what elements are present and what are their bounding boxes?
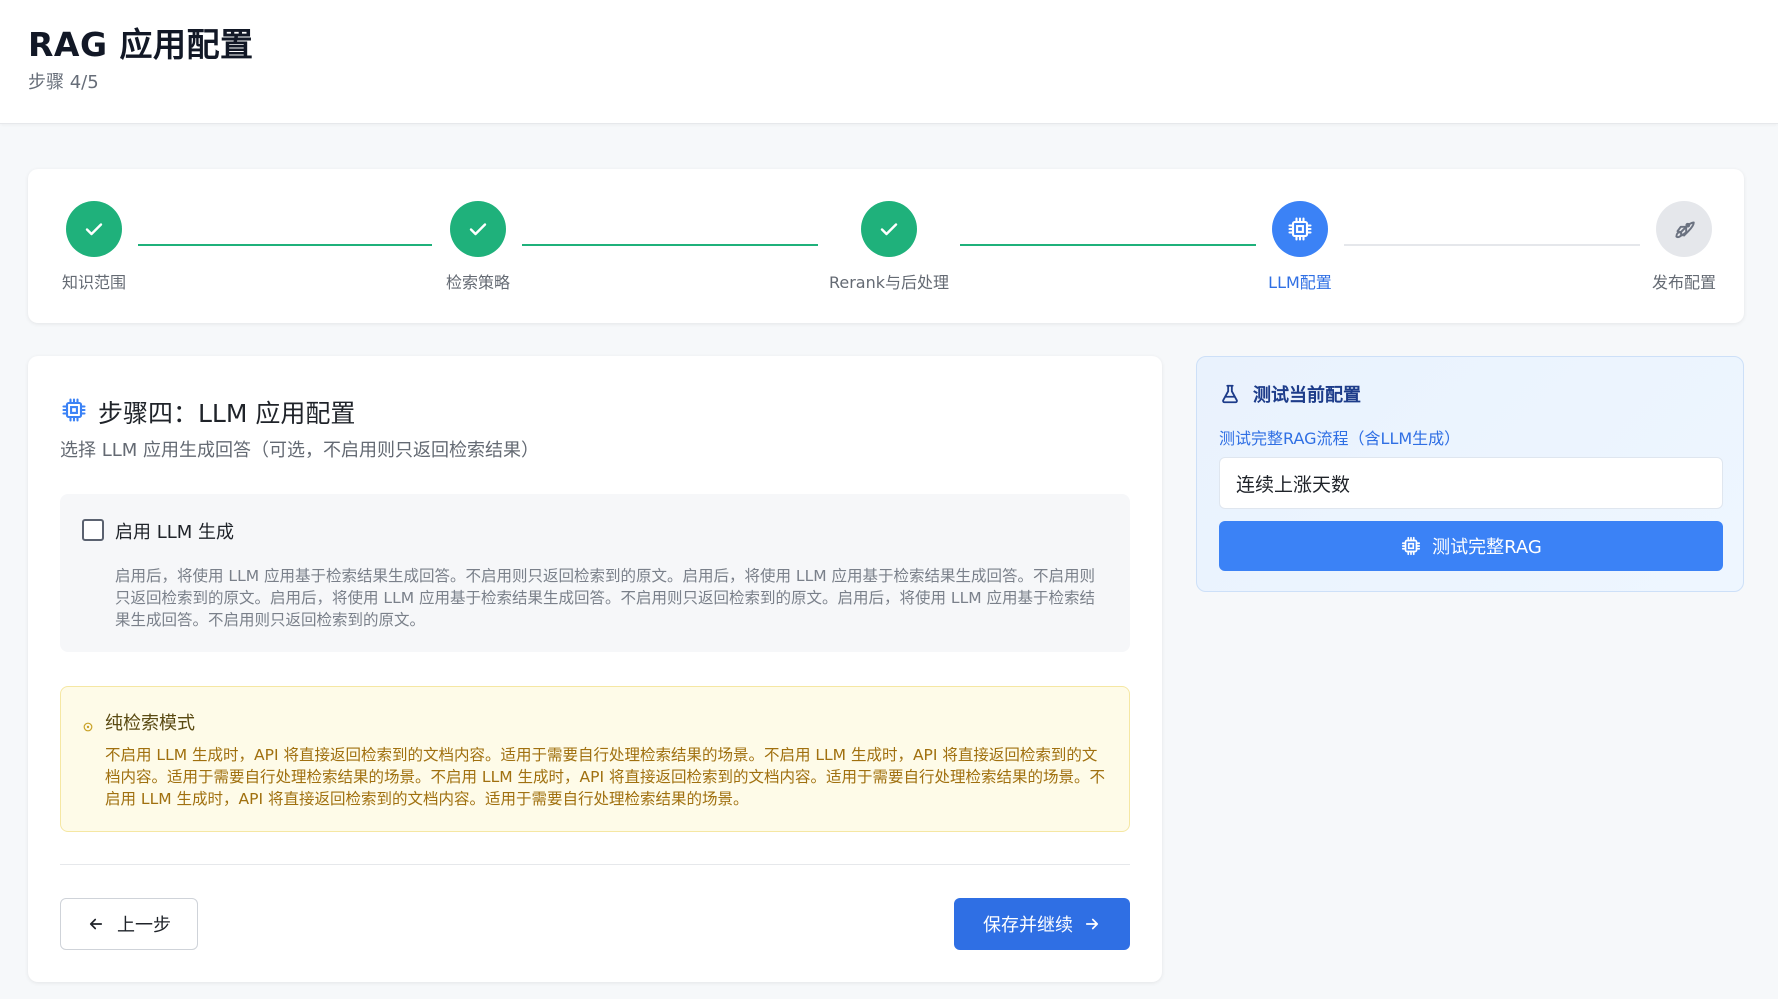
llm-toggle-panel: 启用 LLM 生成 启用后，将使用 LLM 应用基于检索结果生成回答。不启用则只…: [60, 494, 1130, 652]
arrow-right-icon: [1083, 915, 1101, 933]
step-label: LLM配置: [1268, 273, 1332, 292]
notice-description: 不启用 LLM 生成时，API 将直接返回检索到的文档内容。适用于需要自行处理检…: [105, 746, 1105, 808]
step-label: 知识范围: [61, 273, 126, 292]
test-panel-subtitle: 测试完整RAG流程（含LLM生成）: [1219, 429, 1461, 448]
check-icon: [861, 201, 917, 257]
chip-icon: [1400, 535, 1422, 557]
save-and-continue-label: 保存并继续: [983, 915, 1073, 936]
enable-llm-label[interactable]: 启用 LLM 生成: [115, 518, 234, 544]
step-knowledge-scope[interactable]: 知识范围: [24, 201, 164, 293]
test-query-input[interactable]: [1219, 457, 1723, 509]
test-config-panel: 测试当前配置 测试完整RAG流程（含LLM生成） 测试完整RAG: [1196, 356, 1744, 592]
section-header: 步骤四：LLM 应用配置: [60, 394, 355, 430]
step-connector: [1344, 244, 1640, 246]
arrow-left-icon: [87, 915, 105, 933]
step-rerank[interactable]: Rerank与后处理: [819, 201, 959, 293]
step-connector: [522, 244, 818, 246]
test-panel-header: 测试当前配置: [1219, 381, 1361, 407]
chip-icon: [1272, 201, 1328, 257]
step-connector: [960, 244, 1256, 246]
llm-config-card: 步骤四：LLM 应用配置 选择 LLM 应用生成回答（可选，不启用则只返回检索结…: [28, 356, 1162, 982]
chip-icon: [60, 396, 88, 428]
step-retrieval-strategy[interactable]: 检索策略: [408, 201, 548, 293]
step-publish[interactable]: 发布配置: [1614, 201, 1754, 293]
test-full-rag-button[interactable]: 测试完整RAG: [1219, 521, 1723, 571]
test-full-rag-label: 测试完整RAG: [1432, 537, 1542, 558]
step-label: 检索策略: [445, 273, 510, 292]
section-title: 步骤四：LLM 应用配置: [98, 399, 356, 428]
step-connector: [138, 244, 432, 246]
check-icon: [66, 201, 122, 257]
step-label: Rerank与后处理: [828, 273, 950, 292]
step-indicator: 步骤 4/5: [28, 72, 99, 93]
previous-step-button[interactable]: 上一步: [60, 898, 198, 950]
check-icon: [450, 201, 506, 257]
previous-step-label: 上一步: [117, 915, 171, 936]
test-panel-title: 测试当前配置: [1253, 385, 1361, 406]
info-icon: [83, 717, 93, 736]
section-description: 选择 LLM 应用生成回答（可选，不启用则只返回检索结果）: [60, 440, 540, 461]
enable-llm-checkbox[interactable]: [82, 519, 104, 541]
flask-icon: [1219, 383, 1241, 405]
divider: [60, 864, 1130, 865]
page-title: RAG 应用配置: [28, 25, 254, 64]
step-label: 发布配置: [1651, 273, 1716, 292]
enable-llm-description: 启用后，将使用 LLM 应用基于检索结果生成回答。不启用则只返回检索到的原文。启…: [115, 567, 1096, 629]
page-header: RAG 应用配置 步骤 4/5: [0, 0, 1778, 124]
stepper: 知识范围 检索策略 Rerank与后处理 LLM配置 发布配置: [28, 169, 1744, 323]
save-and-continue-button[interactable]: 保存并继续: [954, 898, 1130, 950]
step-llm-config[interactable]: LLM配置: [1230, 201, 1370, 293]
retrieval-only-notice: 纯检索模式 不启用 LLM 生成时，API 将直接返回检索到的文档内容。适用于需…: [60, 686, 1130, 832]
rocket-icon: [1656, 201, 1712, 257]
notice-title: 纯检索模式: [105, 713, 195, 734]
